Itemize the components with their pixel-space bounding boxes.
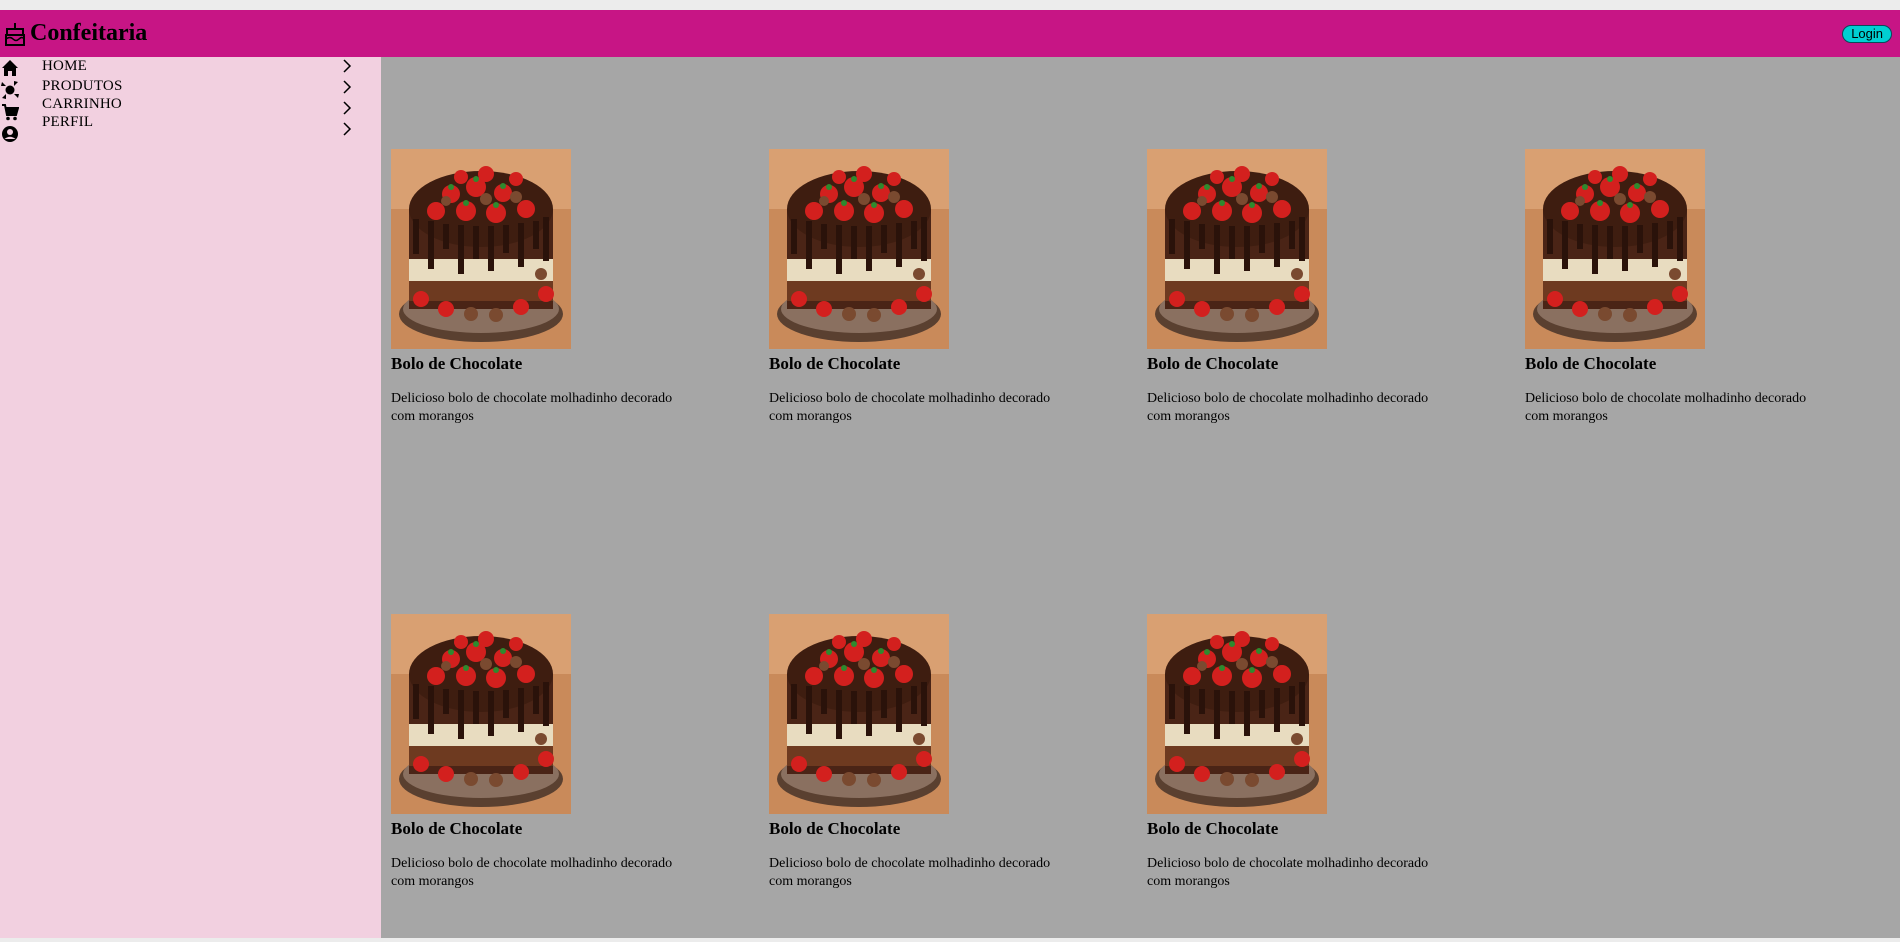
product-title: Bolo de Chocolate <box>1147 354 1279 373</box>
product-description: Delicioso bolo de chocolate molhadinho d… <box>769 856 1051 889</box>
product-card[interactable]: Bolo de Chocolate Delicioso bolo de choc… <box>769 149 1069 426</box>
top-header: Confeitaria Login <box>0 10 1900 57</box>
sidebar-item-carrinho[interactable]: CARRINHO <box>0 95 360 121</box>
sidebar-item-label: HOME <box>42 57 87 74</box>
product-description: Delicioso bolo de chocolate molhadinho d… <box>391 856 673 889</box>
chevron-right-icon <box>340 121 354 137</box>
product-image <box>769 149 949 349</box>
sidebar-item-home[interactable]: HOME <box>0 57 360 78</box>
product-title: Bolo de Chocolate <box>1525 354 1657 373</box>
product-description: Delicioso bolo de chocolate molhadinho d… <box>1525 391 1807 424</box>
product-card[interactable]: Bolo de Chocolate Delicioso bolo de choc… <box>391 614 691 891</box>
chevron-right-icon <box>340 58 354 74</box>
product-image <box>1147 149 1327 349</box>
product-title: Bolo de Chocolate <box>391 819 523 838</box>
product-image <box>1525 149 1705 349</box>
product-card[interactable]: Bolo de Chocolate Delicioso bolo de choc… <box>1525 149 1825 426</box>
product-image <box>391 614 571 814</box>
product-title: Bolo de Chocolate <box>769 354 901 373</box>
product-image <box>769 614 949 814</box>
product-image <box>391 149 571 349</box>
sidebar-item-label: CARRINHO <box>42 95 122 112</box>
sidebar-item-produtos[interactable]: PRODUTOS <box>0 77 360 99</box>
product-card[interactable]: Bolo de Chocolate Delicioso bolo de choc… <box>1147 614 1447 891</box>
product-card[interactable]: Bolo de Chocolate Delicioso bolo de choc… <box>769 614 1069 891</box>
cake-icon <box>0 19 30 49</box>
chevron-right-icon <box>340 79 354 95</box>
product-card[interactable]: Bolo de Chocolate Delicioso bolo de choc… <box>1147 149 1447 426</box>
bottom-edge <box>0 938 1900 942</box>
product-description: Delicioso bolo de chocolate molhadinho d… <box>1147 856 1429 889</box>
sidebar-item-perfil[interactable]: PERFIL <box>0 113 360 142</box>
product-grid: Bolo de Chocolate Delicioso bolo de choc… <box>381 57 1900 938</box>
account-circle-icon <box>0 124 20 144</box>
product-title: Bolo de Chocolate <box>391 354 523 373</box>
product-description: Delicioso bolo de chocolate molhadinho d… <box>1147 391 1429 424</box>
product-card[interactable]: Bolo de Chocolate Delicioso bolo de choc… <box>391 149 691 426</box>
home-icon <box>0 58 20 78</box>
brand-title: Confeitaria <box>30 20 148 46</box>
sidebar-item-label: PRODUTOS <box>42 77 123 94</box>
sidebar: HOME PRODUTOS CARRINHO PERFIL <box>0 57 381 938</box>
product-title: Bolo de Chocolate <box>1147 819 1279 838</box>
product-description: Delicioso bolo de chocolate molhadinho d… <box>769 391 1051 424</box>
product-description: Delicioso bolo de chocolate molhadinho d… <box>391 391 673 424</box>
brand: Confeitaria <box>0 19 147 49</box>
login-button[interactable]: Login <box>1842 25 1892 43</box>
product-image <box>1147 614 1327 814</box>
product-title: Bolo de Chocolate <box>769 819 901 838</box>
sidebar-item-label: PERFIL <box>42 113 94 130</box>
